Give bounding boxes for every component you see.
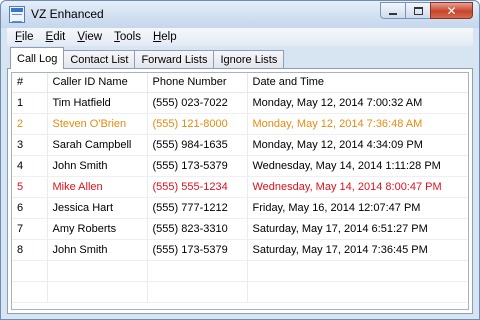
empty-cell xyxy=(147,260,248,282)
empty-cell xyxy=(247,281,468,303)
cell-number: 4 xyxy=(12,155,48,177)
cell-phone-number: (555) 777-1212 xyxy=(147,197,248,219)
cell-caller-id-name: Sarah Campbell xyxy=(47,134,148,156)
maximize-icon xyxy=(413,6,423,15)
column-header-number[interactable]: # xyxy=(12,73,48,93)
empty-row xyxy=(12,281,468,303)
cell-date-time: Saturday, May 17, 2014 7:36:45 PM xyxy=(247,239,468,261)
table-row[interactable]: 4 John Smith (555) 173-5379 Wednesday, May … xyxy=(12,155,468,177)
tab-ignore-lists[interactable]: Ignore Lists xyxy=(213,50,285,69)
menu-view-label: iew xyxy=(84,31,103,43)
cell-phone-number: (555) 121-8000 xyxy=(147,113,248,135)
table-row[interactable]: 1 Tim Hatfield (555) 023-7022 Monday, May 1… xyxy=(12,92,468,114)
cell-date-time: Wednesday, May 14, 2014 8:00:47 PM xyxy=(247,176,468,198)
call-log-list[interactable]: # Caller ID Name Phone Number Date and T… xyxy=(11,72,469,310)
window-title: VZ Enhanced xyxy=(31,7,104,21)
tab-forward-lists[interactable]: Forward Lists xyxy=(134,50,215,69)
menu-file-label: ile xyxy=(22,31,34,43)
close-button[interactable]: ✕ xyxy=(430,2,473,19)
cell-phone-number: (555) 023-7022 xyxy=(147,92,248,114)
menu-tools-label: ools xyxy=(119,31,141,43)
cell-phone-number: (555) 173-5379 xyxy=(147,155,248,177)
menu-help-label: elp xyxy=(161,31,177,43)
empty-cell xyxy=(47,281,148,303)
window-controls: ✕ xyxy=(380,2,473,19)
cell-caller-id-name: Mike Allen xyxy=(47,176,148,198)
empty-cell xyxy=(12,281,48,303)
cell-phone-number: (555) 555-1234 xyxy=(147,176,248,198)
cell-date-time: Monday, May 12, 2014 7:00:32 AM xyxy=(247,92,468,114)
minimize-button[interactable] xyxy=(380,2,406,19)
minimize-icon xyxy=(389,12,397,15)
tab-call-log[interactable]: Call Log xyxy=(10,47,65,69)
cell-caller-id-name: Amy Roberts xyxy=(47,218,148,240)
cell-date-time: Monday, May 12, 2014 7:36:48 AM xyxy=(247,113,468,135)
tab-panel-call-log: # Caller ID Name Phone Number Date and T… xyxy=(7,68,473,314)
menu-bar: File Edit View Tools Help xyxy=(7,28,473,46)
empty-cell xyxy=(147,281,248,303)
maximize-button[interactable] xyxy=(405,2,431,19)
cell-phone-number: (555) 984-1635 xyxy=(147,134,248,156)
cell-caller-id-name: Jessica Hart xyxy=(47,197,148,219)
menu-view-mnemonic: V xyxy=(77,31,85,43)
empty-cell xyxy=(47,260,148,282)
table-row[interactable]: 3 Sarah Campbell (555) 984-1635 Monday, May… xyxy=(12,134,468,156)
app-window: VZ Enhanced ✕ File Edit View Tools Help … xyxy=(0,0,480,320)
cell-caller-id-name: Steven O'Brien xyxy=(47,113,148,135)
cell-date-time: Friday, May 16, 2014 12:07:47 PM xyxy=(247,197,468,219)
empty-cell xyxy=(247,260,468,282)
menu-tools[interactable]: Tools xyxy=(109,31,148,43)
cell-date-time: Monday, May 12, 2014 4:34:09 PM xyxy=(247,134,468,156)
cell-phone-number: (555) 173-5379 xyxy=(147,239,248,261)
title-bar[interactable]: VZ Enhanced ✕ xyxy=(1,1,479,28)
cell-number: 1 xyxy=(12,92,48,114)
empty-row xyxy=(12,260,468,282)
empty-cell xyxy=(12,260,48,282)
close-icon: ✕ xyxy=(446,3,457,18)
table-row[interactable]: 2 Steven O'Brien (555) 121-8000 Monday, May… xyxy=(12,113,468,135)
cell-number: 6 xyxy=(12,197,48,219)
cell-caller-id-name: John Smith xyxy=(47,239,148,261)
cell-caller-id-name: Tim Hatfield xyxy=(47,92,148,114)
menu-help[interactable]: Help xyxy=(148,31,184,43)
table-header-row: # Caller ID Name Phone Number Date and T… xyxy=(12,73,468,93)
tab-contact-list[interactable]: Contact List xyxy=(63,50,136,69)
table-row[interactable]: 7 Amy Roberts (555) 823-3310 Saturday, May … xyxy=(12,218,468,240)
menu-edit-label: dit xyxy=(53,31,66,43)
menu-file-mnemonic: F xyxy=(15,31,23,43)
cell-number: 5 xyxy=(12,176,48,198)
table-row[interactable]: 6 Jessica Hart (555) 777-1212 Friday, May 1… xyxy=(12,197,468,219)
table-row[interactable]: 8 John Smith (555) 173-5379 Saturday, May 1… xyxy=(12,239,468,261)
call-log-table: # Caller ID Name Phone Number Date and T… xyxy=(12,73,468,303)
cell-date-time: Saturday, May 17, 2014 6:51:27 PM xyxy=(247,218,468,240)
cell-number: 8 xyxy=(12,239,48,261)
menu-edit[interactable]: Edit xyxy=(41,31,73,43)
menu-file[interactable]: File xyxy=(10,31,41,43)
table-row[interactable]: 5 Mike Allen (555) 555-1234 Wednesday, May … xyxy=(12,176,468,198)
app-window-icon[interactable] xyxy=(9,6,25,23)
column-header-caller-id-name[interactable]: Caller ID Name xyxy=(47,73,148,93)
column-header-phone-number[interactable]: Phone Number xyxy=(147,73,248,93)
tab-strip: Call Log Contact List Forward Lists Igno… xyxy=(10,47,285,69)
cell-caller-id-name: John Smith xyxy=(47,155,148,177)
cell-number: 7 xyxy=(12,218,48,240)
cell-date-time: Wednesday, May 14, 2014 1:11:28 PM xyxy=(247,155,468,177)
column-header-date-time[interactable]: Date and Time xyxy=(247,73,468,93)
cell-number: 2 xyxy=(12,113,48,135)
cell-phone-number: (555) 823-3310 xyxy=(147,218,248,240)
menu-view[interactable]: View xyxy=(72,31,109,43)
cell-number: 3 xyxy=(12,134,48,156)
